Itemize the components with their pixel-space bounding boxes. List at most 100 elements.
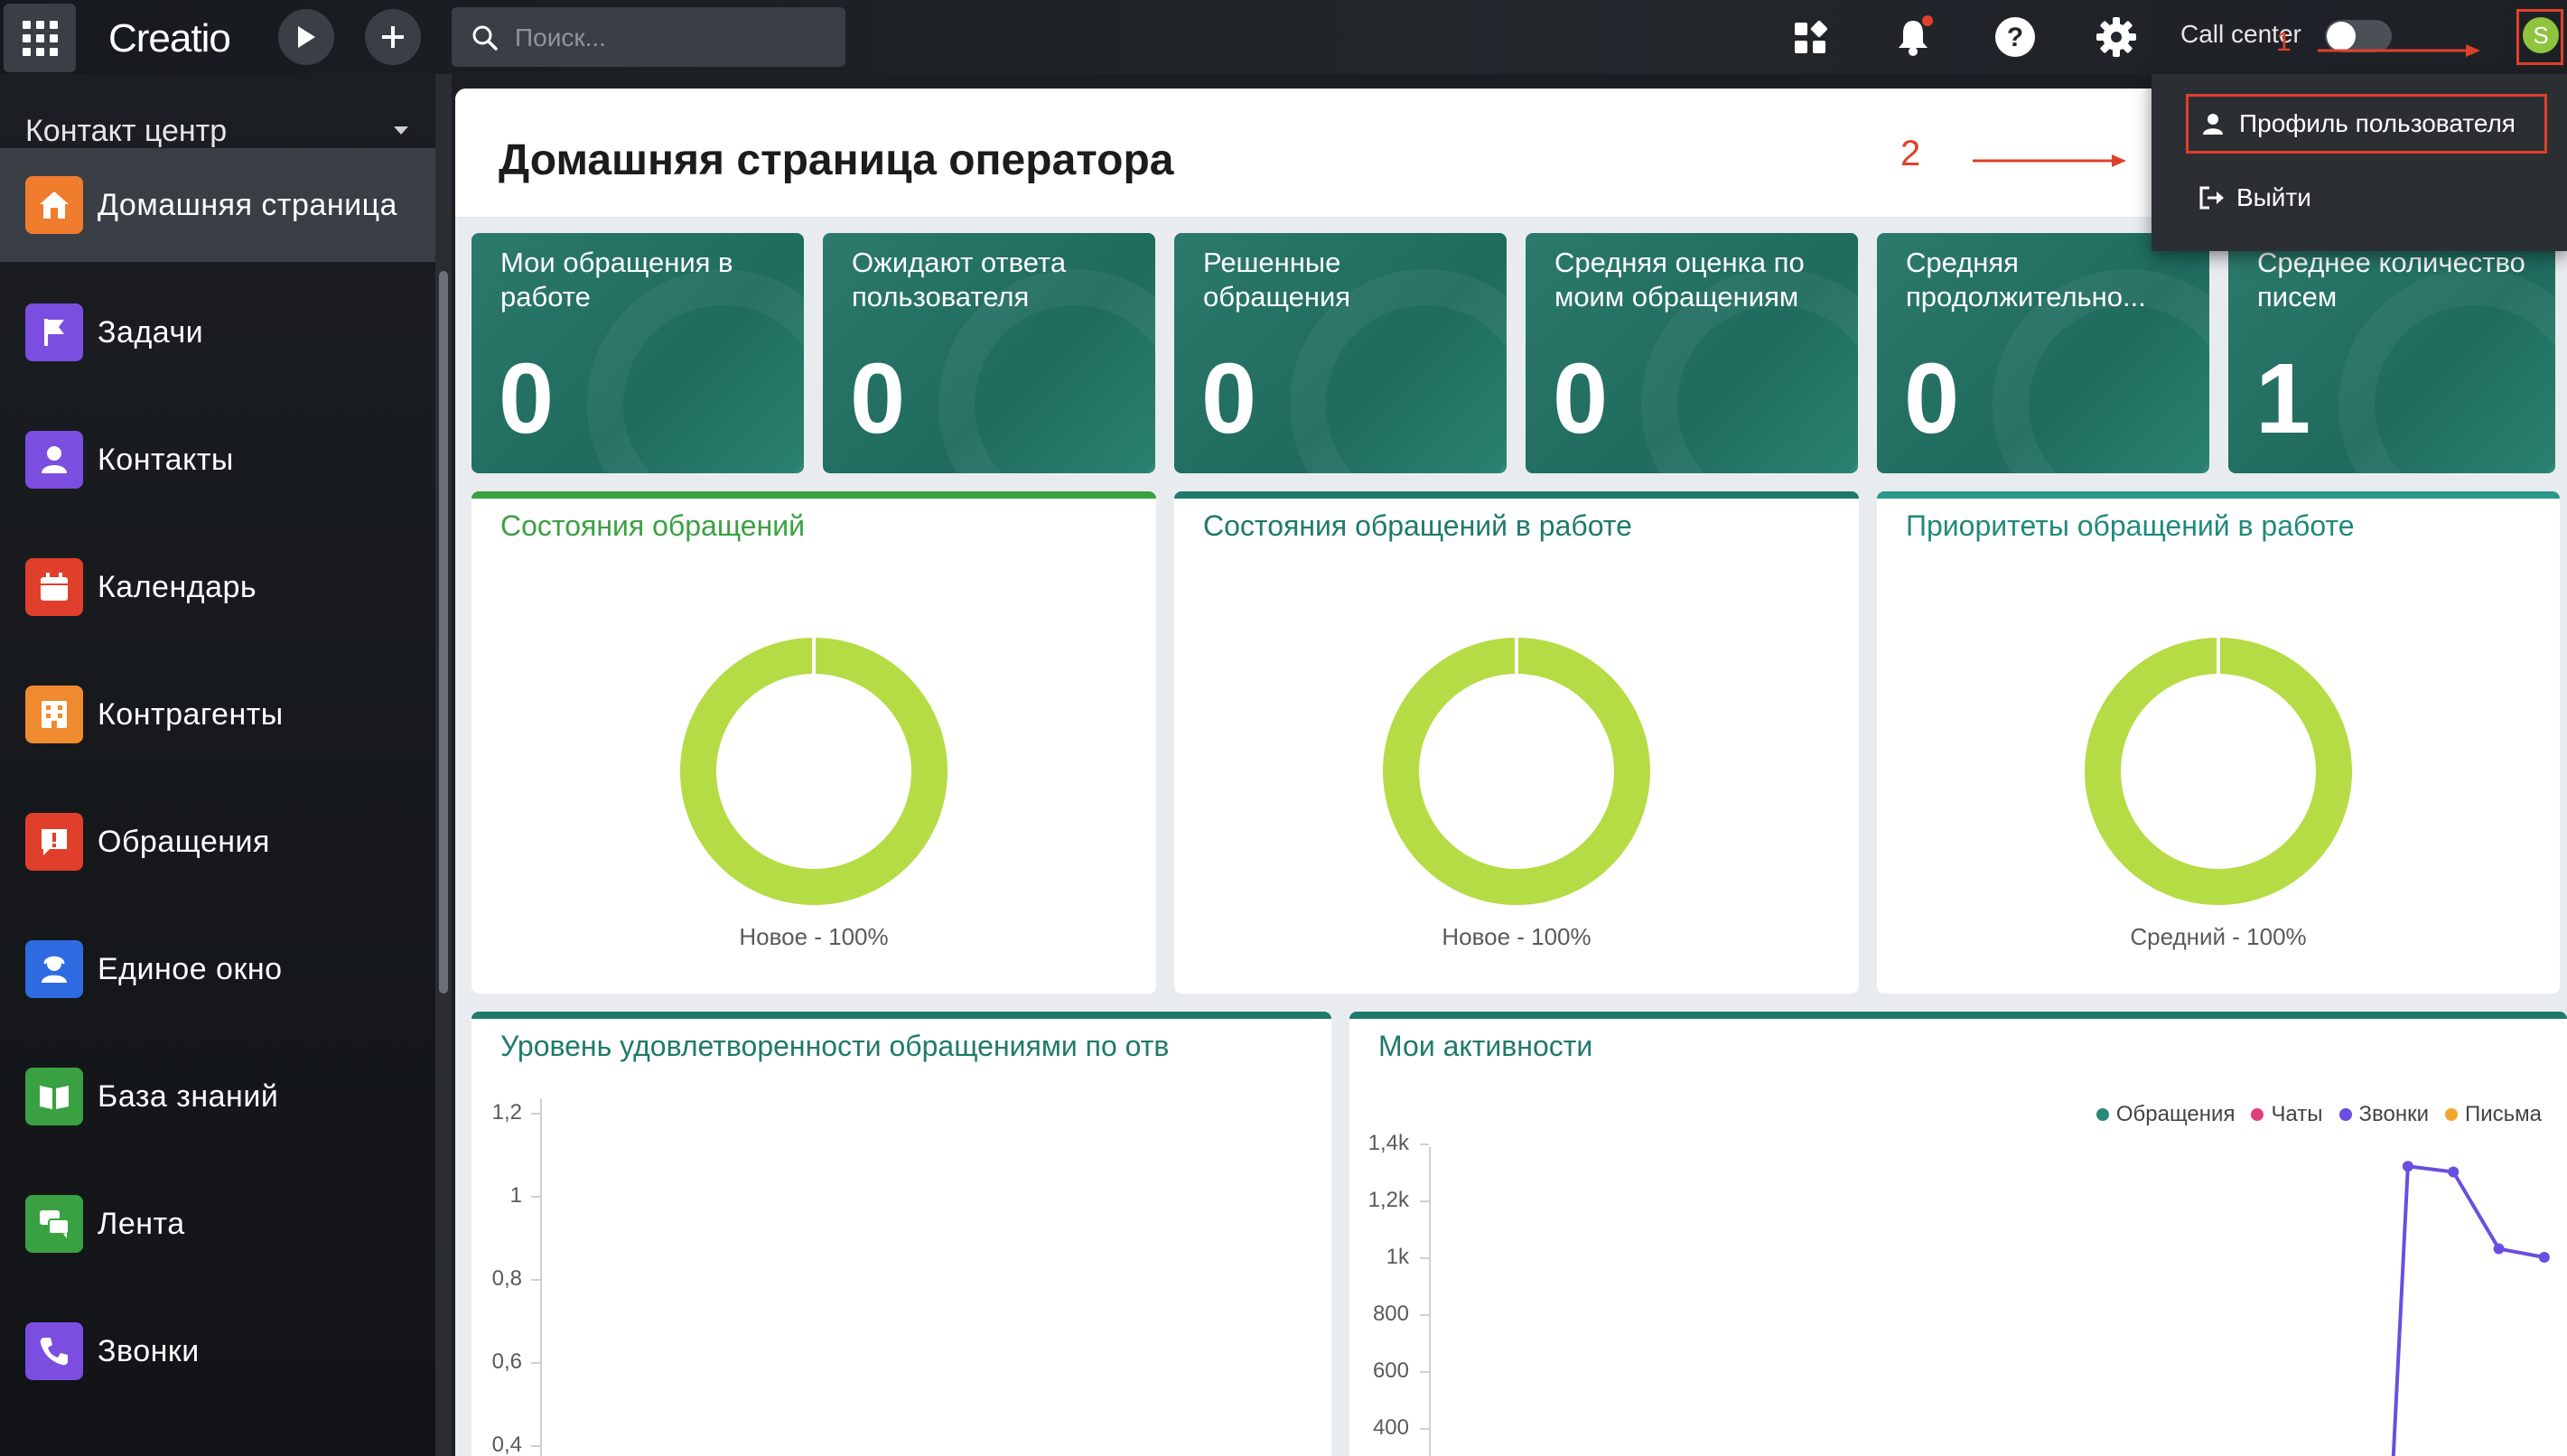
sidebar-item-label: Контакты [98,442,234,477]
app-launcher-button[interactable] [4,4,76,72]
donut-card-title: Состояния обращений [500,509,805,542]
gear-icon [2096,17,2136,57]
sidebar-scrollbar[interactable] [439,271,448,994]
sidebar-item-10[interactable]: Звонки [0,1294,435,1408]
alert-message-icon [25,813,83,871]
card-accent-bar [471,1012,1331,1019]
y-tick-mark [531,1196,540,1198]
legend-label: Обращения [2115,1102,2236,1126]
sidebar-item-7[interactable]: Единое окно [0,912,435,1026]
logout-menu-item[interactable]: Выйти [2186,168,2547,228]
legend-item[interactable]: Чаты [2251,1102,2323,1127]
y-tick-mark [1420,1200,1429,1202]
y-tick-mark [531,1279,540,1281]
donut-card-title: Приоритеты обращений в работе [1906,509,2355,542]
y-tick-label: 1 [509,1183,522,1208]
y-tick-label: 1,2k [1368,1188,1409,1212]
annotation-arrow-1 [2318,44,2480,57]
y-tick-mark [531,1445,540,1447]
y-tick-mark [1420,1428,1429,1430]
kpi-title: Мои обращения в работе [500,247,733,313]
donut-card: Состояния обращений Новое - 100% [471,491,1156,994]
y-tick-label: 0,8 [491,1266,522,1291]
y-tick-mark [1420,1314,1429,1316]
y-tick-mark [1420,1371,1429,1373]
user-profile-menu-item[interactable]: Профиль пользователя [2186,94,2547,154]
legend-dot [2444,1108,2458,1121]
donut-card: Состояния обращений в работе Новое - 100% [1174,491,1859,994]
sidebar-item-1[interactable]: Домашняя страница [0,148,435,262]
legend-dot [2096,1108,2109,1121]
card-accent-bar [1349,1012,2567,1019]
y-tick-label: 600 [1372,1358,1409,1383]
user-avatar-button[interactable]: S [2516,9,2563,65]
kpi-tile[interactable]: Средняя продолжительно... 0 [1877,233,2209,473]
settings-button[interactable] [2096,16,2137,58]
y-tick-label: 1,4k [1368,1131,1409,1155]
series-point [2448,1166,2460,1178]
book-icon [25,1068,83,1125]
y-tick-mark [1420,1143,1429,1145]
sidebar-item-label: Задачи [98,314,204,350]
kpi-tile[interactable]: Мои обращения в работе 0 [471,233,804,473]
sidebar-item-3[interactable]: Контакты [0,403,435,517]
activities-title: Мои активности [1378,1030,1593,1062]
notifications-button[interactable] [1893,14,1937,60]
building-icon [25,686,83,743]
sidebar-item-5[interactable]: Контрагенты [0,658,435,771]
sidebar-item-9[interactable]: Лента [0,1167,435,1281]
sidebar-item-6[interactable]: Обращения [0,785,435,899]
kpi-tile[interactable]: Решенные обращения 0 [1174,233,1507,473]
donut-chart[interactable] [678,636,949,907]
chevron-down-icon[interactable] [394,126,408,135]
card-accent-bar [471,491,1156,499]
sidebar-item-label: Домашняя страница [98,187,397,222]
sidebar-item-label: Обращения [98,824,270,859]
kpi-title: Средняя продолжительно... [1906,247,2146,313]
logout-icon [2199,186,2224,210]
legend-item[interactable]: Звонки [2338,1102,2429,1127]
run-process-button[interactable] [278,9,334,65]
y-tick-mark [531,1113,540,1115]
annotation-step-2: 2 [1900,134,1921,173]
page-title: Домашняя страница оператора [499,136,1174,184]
sidebar-item-label: Контрагенты [98,696,284,732]
donut-legend-label: Новое - 100% [1442,923,1592,950]
apps-panel-button[interactable] [1792,20,1828,56]
satisfaction-title: Уровень удовлетворенности обращениями по… [500,1030,1170,1062]
legend-dot [2251,1108,2264,1121]
legend-label: Чаты [2271,1102,2323,1126]
kpi-tile[interactable]: Среднее количество писем 1 [2228,233,2555,473]
donut-chart[interactable] [2083,636,2354,907]
sidebar-item-label: Звонки [98,1333,200,1368]
legend-label: Письма [2464,1102,2542,1126]
annotation-step-1: 1 [2276,27,2292,57]
sidebar-item-4[interactable]: Календарь [0,530,435,644]
user-menu: Профиль пользователя Выйти [2152,74,2567,251]
donut-chart[interactable] [1381,636,1652,907]
kpi-value: 0 [1201,343,1257,454]
activities-legend: Обращения Чаты Звонки Письма [2096,1102,2542,1127]
kpi-value: 0 [850,343,906,454]
sidebar-item-label: Календарь [98,569,257,604]
sidebar-item-8[interactable]: База знаний [0,1040,435,1153]
grid-icon [22,20,58,56]
legend-item[interactable]: Обращения [2096,1102,2236,1127]
kpi-tile[interactable]: Ожидают ответа пользователя 0 [823,233,1155,473]
workspace-selector[interactable]: Контакт центр [25,114,227,149]
global-search-input[interactable] [513,7,833,69]
global-search[interactable] [452,7,845,69]
series-point [2493,1243,2505,1255]
create-button[interactable] [365,9,421,65]
widgets-icon [1795,21,1827,53]
kpi-tile[interactable]: Средняя оценка по моим обращениям 0 [1526,233,1858,473]
card-accent-bar [1174,491,1859,499]
legend-item[interactable]: Письма [2444,1102,2542,1127]
satisfaction-axis-line [540,1098,542,1456]
sidebar-item-2[interactable]: Задачи [0,275,435,389]
kpi-title: Ожидают ответа пользователя [852,247,1067,313]
phone-icon [25,1322,83,1380]
y-tick-label: 800 [1372,1302,1409,1326]
user-profile-label: Профиль пользователя [2239,109,2516,137]
help-button[interactable]: ? [1994,16,2036,58]
